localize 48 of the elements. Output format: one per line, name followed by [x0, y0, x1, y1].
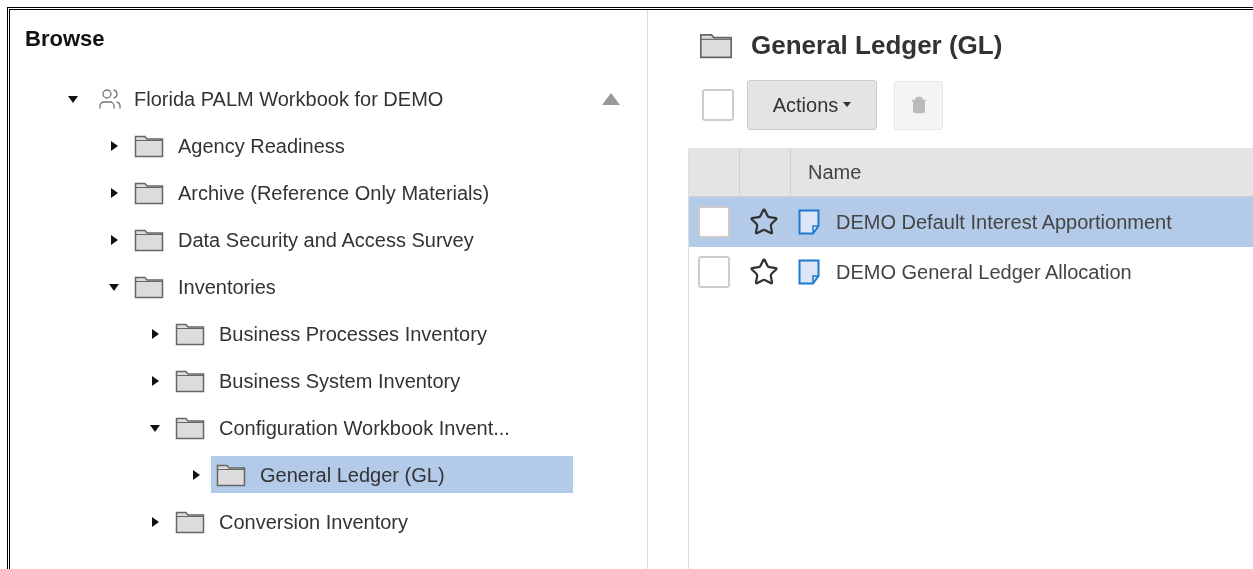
table-cell-text: DEMO General Ledger Allocation	[836, 260, 1132, 285]
tree-item[interactable]: Business Processes Inventory	[170, 315, 532, 352]
caret-right-icon[interactable]	[109, 187, 119, 198]
folder-icon	[175, 415, 205, 440]
caret-down-icon[interactable]	[109, 281, 119, 292]
collapse-triangle-icon[interactable]	[601, 91, 621, 106]
caret-down-icon[interactable]	[150, 422, 160, 433]
caret-down-icon[interactable]	[68, 93, 78, 104]
column-header[interactable]: Name	[791, 148, 862, 196]
tree-item[interactable]: Business System Inventory	[170, 362, 532, 399]
trash-icon	[909, 96, 928, 114]
table-cell-text: DEMO Default Interest Apportionment	[836, 210, 1172, 235]
tree-item[interactable]: General Ledger (GL)	[211, 456, 573, 493]
tree-item[interactable]: Configuration Workbook Invent...	[170, 409, 532, 446]
caret-right-icon[interactable]	[150, 516, 160, 527]
select-all-checkbox[interactable]	[702, 89, 734, 121]
document-icon	[798, 209, 820, 235]
row-checkbox[interactable]	[698, 206, 730, 238]
page-title: General Ledger (GL)	[751, 29, 1003, 62]
star-icon[interactable]	[749, 207, 779, 237]
tree-item[interactable]: Data Security and Access Survey	[129, 221, 491, 258]
caret-right-icon[interactable]	[191, 469, 201, 480]
tree-item[interactable]: Conversion Inventory	[170, 503, 532, 540]
folder-icon	[216, 462, 246, 487]
row-checkbox[interactable]	[698, 256, 730, 288]
tree-item[interactable]: Inventories	[129, 268, 491, 305]
caret-right-icon[interactable]	[150, 328, 160, 339]
people-icon	[98, 86, 122, 111]
caret-right-icon[interactable]	[109, 234, 119, 245]
caret-right-icon[interactable]	[109, 140, 119, 151]
tree-item[interactable]: Florida PALM Workbook for DEMO	[134, 83, 444, 114]
actions-button[interactable]: Actions	[747, 80, 877, 130]
folder-icon	[134, 133, 164, 158]
folder-icon	[175, 368, 205, 393]
caret-down-icon	[843, 102, 852, 108]
document-icon	[798, 259, 820, 285]
folder-icon	[699, 32, 733, 59]
folder-icon	[134, 180, 164, 205]
tree-item[interactable]: Agency Readiness	[129, 127, 491, 164]
folder-icon	[134, 274, 164, 299]
caret-right-icon[interactable]	[150, 375, 160, 386]
panel-title: Browse	[25, 25, 106, 53]
table-row[interactable]: DEMO Default Interest Apportionment	[689, 197, 1253, 247]
folder-icon	[175, 509, 205, 534]
tree-item[interactable]: Archive (Reference Only Materials)	[129, 174, 491, 211]
star-icon[interactable]	[749, 257, 779, 287]
folder-icon	[175, 321, 205, 346]
folder-icon	[134, 227, 164, 252]
